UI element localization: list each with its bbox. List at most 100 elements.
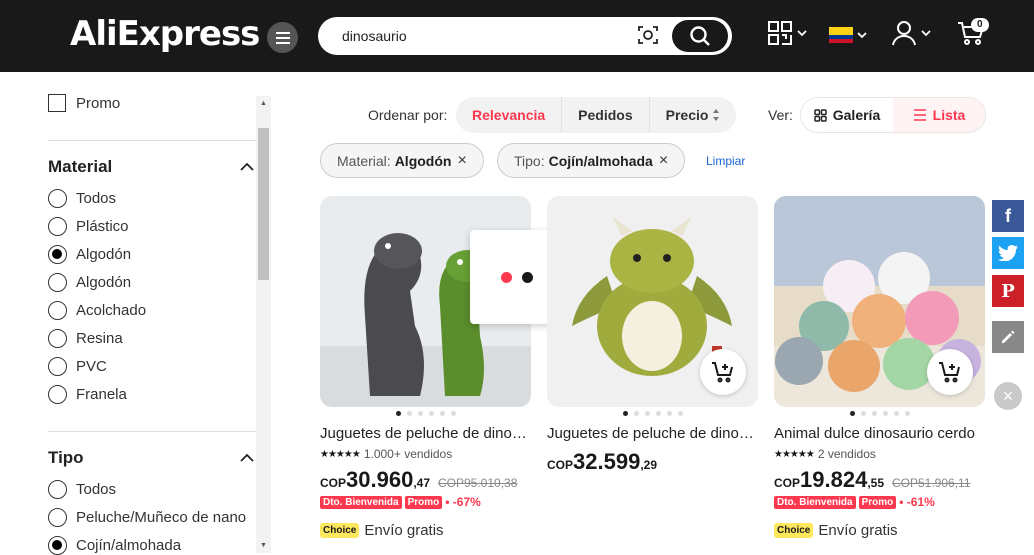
checkbox[interactable] [48,94,66,112]
camera-search-icon[interactable] [636,23,660,47]
filter-option-label: Todos [76,189,117,207]
cart-count-badge: 0 [971,18,989,32]
scroll-up-arrow-icon[interactable]: ▲ [260,100,267,107]
filter-option[interactable]: Todos [48,479,116,499]
scrollbar-thumb[interactable] [258,128,269,280]
color-swatch-black[interactable] [522,271,533,283]
color-swatch-red[interactable] [501,271,512,283]
filter-option-label: Cojín/almohada [76,536,182,554]
carousel-dot[interactable] [677,411,683,416]
radio-button[interactable] [48,272,67,292]
product-image[interactable] [547,196,758,407]
list-view-button[interactable]: Lista [893,98,985,132]
material-section-title[interactable]: Material [48,157,112,177]
radio-button[interactable] [48,216,67,236]
carousel-dot[interactable] [655,411,661,416]
chevron-up-icon[interactable] [240,453,254,462]
product-title[interactable]: Juguetes de peluche de dinosaurio [320,425,531,442]
carousel-dot[interactable] [644,411,650,416]
country-selector[interactable] [829,27,867,43]
carousel-dot[interactable] [904,411,910,416]
filter-chip-tipo[interactable]: Tipo: Cojín/almohada × [497,143,686,178]
remove-filter-icon[interactable]: × [659,152,668,170]
carousel-dot[interactable] [893,411,899,416]
remove-filter-icon[interactable]: × [457,152,466,170]
filter-option[interactable]: Todos [48,188,116,208]
carousel-dot[interactable] [450,411,456,416]
product-price: COP 30.960 ,47 COP95.010,38 [320,467,517,493]
filter-option[interactable]: Acolchado [48,300,146,320]
sidebar-scrollbar[interactable]: ▲ ▼ [256,96,271,553]
radio-button[interactable] [48,384,67,404]
sort-price[interactable]: Precio [650,97,737,133]
search-input[interactable]: dinosaurio [342,28,407,44]
filter-option[interactable]: Plástico [48,216,129,236]
discount-percent: • -67% [445,495,481,509]
clear-filters-link[interactable]: Limpiar [706,154,745,168]
radio-button[interactable] [48,244,67,264]
add-to-cart-icon [712,362,733,383]
filter-option[interactable]: Algodón [48,244,131,264]
aliexpress-logo[interactable]: AliExpress [70,14,260,54]
radio-button[interactable] [48,300,67,320]
sort-relevance[interactable]: Relevancia [456,97,563,133]
filter-option[interactable]: Algodón [48,272,131,292]
carousel-dot[interactable] [622,411,628,416]
chevron-up-icon[interactable] [240,162,254,171]
gallery-label: Galería [832,107,881,123]
filter-option[interactable]: Peluche/Muñeco de nano [48,507,246,527]
star-rating-icon: ★★★★★ [320,448,361,460]
carousel-dot[interactable] [428,411,434,416]
twitter-share-button[interactable] [992,237,1024,269]
facebook-share-button[interactable]: f [992,200,1024,232]
filter-option[interactable]: Resina [48,328,123,348]
radio-button[interactable] [48,356,67,376]
carousel-dot[interactable] [395,411,401,416]
carousel-dot[interactable] [871,411,877,416]
radio-button[interactable] [48,507,67,527]
radio-button[interactable] [48,328,67,348]
account-menu[interactable] [891,20,931,46]
product-title[interactable]: Animal dulce dinosaurio cerdo [774,425,985,442]
product-image[interactable] [774,196,985,407]
scroll-down-arrow-icon[interactable]: ▼ [260,542,267,549]
add-to-cart-button[interactable] [700,349,746,395]
search-bar: dinosaurio [318,17,732,55]
filter-option-label: Resina [76,329,123,347]
radio-button[interactable] [48,535,67,555]
radio-button[interactable] [48,188,67,208]
carousel-dot[interactable] [882,411,888,416]
menu-button[interactable] [267,22,298,53]
star-rating-icon: ★★★★★ [774,448,815,460]
sort-orders[interactable]: Pedidos [562,97,650,133]
carousel-dot[interactable] [406,411,412,416]
gallery-view-button[interactable]: Galería [801,98,893,132]
carousel-dot[interactable] [849,411,855,416]
carousel-dot[interactable] [439,411,445,416]
product-title[interactable]: Juguetes de peluche de dinosaurio [547,425,758,442]
carousel-dot[interactable] [860,411,866,416]
carousel-dot[interactable] [633,411,639,416]
radio-button[interactable] [48,479,67,499]
shipping-info: Choice Envío gratis [320,522,444,539]
filter-option[interactable]: PVC [48,356,107,376]
qr-code-menu[interactable] [767,20,807,46]
close-share-button[interactable]: × [994,382,1022,410]
product-card[interactable]: Juguetes de peluche de dinosaurio COP 32… [547,196,758,474]
search-button[interactable] [672,20,728,52]
edit-button[interactable] [992,321,1024,353]
original-price: COP51.906,11 [892,476,971,490]
product-card[interactable]: Animal dulce dinosaurio cerdo ★★★★★ 2 ve… [774,196,985,539]
filter-option[interactable]: Franela [48,384,127,404]
sort-price-label: Precio [665,107,709,123]
promo-filter[interactable]: Promo [48,93,120,113]
carousel-dot[interactable] [417,411,423,416]
product-rating: ★★★★★ 2 vendidos [774,447,876,461]
add-to-cart-button[interactable] [927,349,973,395]
filter-option[interactable]: Cojín/almohada [48,535,181,555]
pinterest-share-button[interactable]: P [992,275,1024,307]
carousel-dot[interactable] [666,411,672,416]
filter-chip-material[interactable]: Material: Algodón × [320,143,484,178]
tipo-section-title[interactable]: Tipo [48,448,84,468]
sold-count: 2 vendidos [817,447,876,461]
